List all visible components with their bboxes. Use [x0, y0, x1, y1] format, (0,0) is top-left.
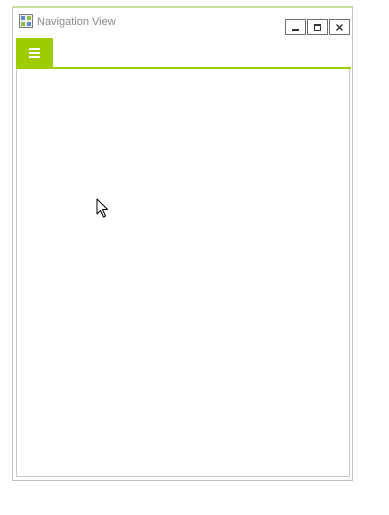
maximize-icon — [313, 23, 322, 32]
app-icon — [19, 14, 33, 28]
title-bar[interactable]: Navigation View — [13, 8, 352, 38]
minimize-button[interactable] — [285, 19, 306, 35]
hamburger-menu-button[interactable] — [16, 38, 53, 67]
close-button[interactable] — [329, 19, 350, 35]
window-controls — [284, 19, 350, 35]
hamburger-icon — [29, 47, 40, 58]
minimize-icon — [291, 23, 300, 32]
maximize-button[interactable] — [307, 19, 328, 35]
navigation-view-window: Navigation View — [12, 6, 353, 481]
navigation-content-area[interactable] — [16, 69, 350, 477]
close-icon — [335, 23, 344, 32]
window-title: Navigation View — [37, 16, 116, 28]
